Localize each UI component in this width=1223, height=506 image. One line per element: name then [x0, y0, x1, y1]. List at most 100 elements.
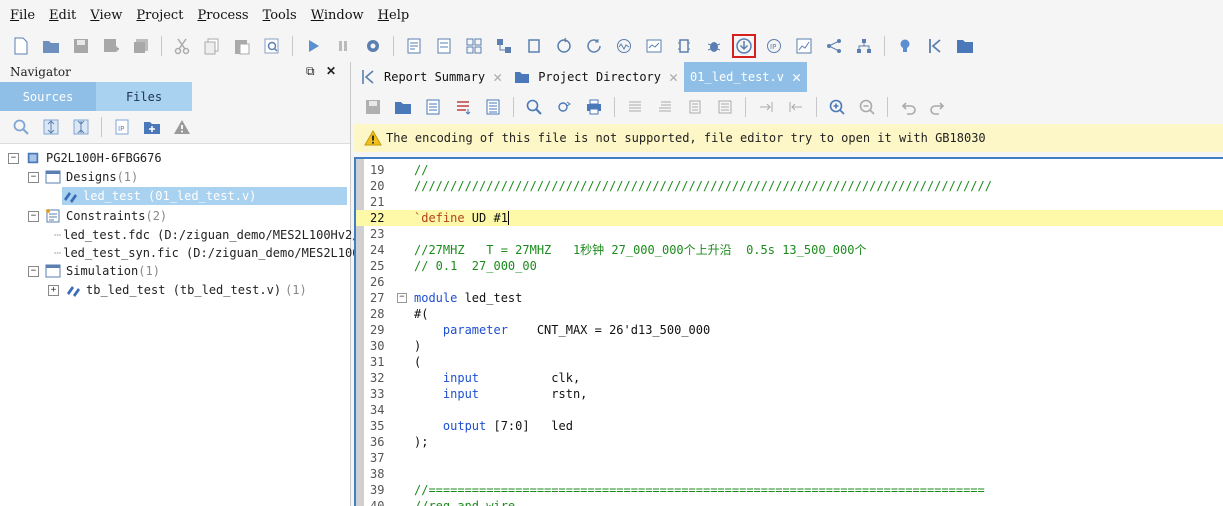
ip-file-icon[interactable]: IP	[111, 116, 133, 138]
save-as-icon[interactable]	[99, 34, 123, 58]
menu-project[interactable]: Project	[136, 8, 183, 23]
hierarchy-icon[interactable]	[492, 34, 516, 58]
comment-icon[interactable]	[654, 96, 676, 118]
ip-catalog-icon[interactable]: IP	[762, 34, 786, 58]
tab-files[interactable]: Files	[96, 82, 192, 111]
tab-01-led-test-v[interactable]: 01_led_test.v ✕	[684, 62, 807, 92]
code-keyword: module	[414, 291, 458, 305]
collapse-all-icon[interactable]	[70, 116, 92, 138]
chart-icon[interactable]	[792, 34, 816, 58]
search-icon[interactable]	[523, 96, 545, 118]
tab-project-directory[interactable]: Project Directory ✕	[508, 62, 684, 92]
settings-gear-icon[interactable]	[361, 34, 385, 58]
refresh-icon[interactable]	[552, 34, 576, 58]
project-folder-icon	[515, 72, 530, 83]
paste-icon[interactable]	[230, 34, 254, 58]
menu-file[interactable]: File	[10, 8, 35, 23]
code-text: //	[414, 163, 429, 177]
menu-process[interactable]: Process	[197, 8, 248, 23]
outdent-icon[interactable]	[785, 96, 807, 118]
document-list-icon[interactable]	[482, 96, 504, 118]
open-folder-icon[interactable]	[392, 96, 414, 118]
edit-document-icon[interactable]	[422, 96, 444, 118]
close-tab-icon[interactable]: ✕	[669, 68, 678, 86]
expand-all-icon[interactable]	[40, 116, 62, 138]
tree-constraint-fic[interactable]: ┄ led_test_syn.fic (D:/ziguan_demo/MES2L…	[54, 244, 359, 262]
save-all-icon[interactable]	[129, 34, 153, 58]
wave-icon[interactable]	[612, 34, 636, 58]
restore-window-icon[interactable]: ⧉	[306, 64, 315, 79]
report-edit-icon[interactable]	[402, 34, 426, 58]
tree-sim-tb-led-test[interactable]: + tb_led_test (tb_led_test.v) (1)	[48, 281, 307, 299]
close-tab-icon[interactable]: ✕	[493, 68, 502, 86]
tree-icon[interactable]	[852, 34, 876, 58]
menu-edit[interactable]: Edit	[49, 8, 76, 23]
debug-bug-icon[interactable]	[702, 34, 726, 58]
print-icon[interactable]	[583, 96, 605, 118]
tree-device[interactable]: − PG2L100H-6FBG676	[8, 149, 162, 167]
lightbulb-icon[interactable]	[893, 34, 917, 58]
menu-tools[interactable]: Tools	[263, 8, 297, 23]
undo-icon[interactable]	[897, 96, 919, 118]
copy-icon[interactable]	[200, 34, 224, 58]
timing-report-icon[interactable]	[642, 34, 666, 58]
search-icon[interactable]	[10, 116, 32, 138]
warning-icon[interactable]	[171, 116, 193, 138]
indent-icon[interactable]	[755, 96, 777, 118]
project-folder-icon[interactable]	[953, 34, 977, 58]
block-comment-icon[interactable]	[714, 96, 736, 118]
tree-simulation[interactable]: − Simulation (1)	[28, 262, 160, 280]
code-text: );	[414, 435, 429, 449]
zoom-out-icon[interactable]	[856, 96, 878, 118]
grid-icon[interactable]	[462, 34, 486, 58]
collapse-toggle-icon[interactable]: −	[28, 210, 39, 222]
pause-icon[interactable]	[331, 34, 355, 58]
code-line: 29 parameter CNT_MAX = 26'd13_500_000	[356, 322, 1223, 338]
redo-icon[interactable]	[927, 96, 949, 118]
code-line: 39 //====================================…	[356, 482, 1223, 498]
code-editor[interactable]: 19 // 20 /////////////////////////////////…	[354, 157, 1223, 506]
tree-designs[interactable]: − Designs (1)	[28, 168, 138, 186]
expand-toggle-icon[interactable]: +	[48, 284, 59, 296]
new-file-icon[interactable]	[9, 34, 33, 58]
close-icon[interactable]: ✕	[326, 64, 336, 78]
run-icon[interactable]	[301, 34, 325, 58]
format-lines-icon[interactable]	[452, 96, 474, 118]
close-tab-icon[interactable]: ✕	[792, 68, 801, 86]
sync-icon[interactable]	[582, 34, 606, 58]
align-left-icon[interactable]	[624, 96, 646, 118]
constraints-count: (2)	[145, 209, 168, 223]
menu-view[interactable]: View	[90, 8, 122, 23]
tree-constraints[interactable]: − Constraints (2)	[28, 207, 167, 225]
collapse-toggle-icon[interactable]: −	[28, 265, 39, 277]
report-list-icon[interactable]	[432, 34, 456, 58]
tab-report-summary[interactable]: Report Summary ✕	[354, 62, 508, 92]
tab-label: Project Directory	[538, 70, 662, 84]
find-icon[interactable]	[260, 34, 284, 58]
network-icon[interactable]	[822, 34, 846, 58]
code-line: 37	[356, 450, 1223, 466]
tree-constraint-fdc[interactable]: ┄ led_test.fdc (D:/ziguan_demo/MES2L100H…	[54, 226, 359, 244]
menu-help[interactable]: Help	[378, 8, 410, 23]
tab-label: Report Summary	[384, 70, 486, 84]
tree-design-led-test[interactable]: led_test (01_led_test.v)	[62, 187, 347, 205]
download-program-icon[interactable]	[732, 34, 756, 58]
save-icon[interactable]	[69, 34, 93, 58]
cut-icon[interactable]	[170, 34, 194, 58]
open-folder-icon[interactable]	[39, 34, 63, 58]
chip-icon[interactable]	[522, 34, 546, 58]
menu-window[interactable]: Window	[311, 8, 364, 23]
collapse-toggle-icon[interactable]: −	[28, 171, 39, 183]
uncomment-icon[interactable]	[684, 96, 706, 118]
collapse-toggle-icon[interactable]: −	[8, 152, 19, 164]
add-folder-icon[interactable]	[141, 116, 163, 138]
zoom-in-icon[interactable]	[826, 96, 848, 118]
code-keyword: parameter	[414, 323, 508, 337]
replace-icon[interactable]	[553, 96, 575, 118]
pin-icon[interactable]	[672, 34, 696, 58]
save-icon[interactable]	[362, 96, 384, 118]
back-to-start-icon[interactable]	[923, 34, 947, 58]
fold-toggle-icon[interactable]: −	[397, 293, 407, 303]
code-text: UD #1	[464, 211, 508, 225]
tab-sources[interactable]: Sources	[0, 82, 96, 111]
